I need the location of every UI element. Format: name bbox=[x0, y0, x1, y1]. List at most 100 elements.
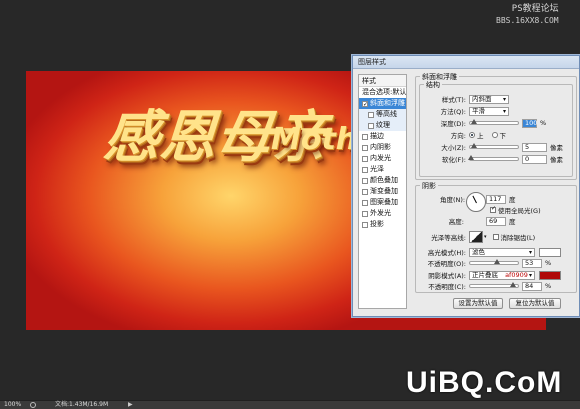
style-select[interactable]: 内斜面 bbox=[469, 94, 509, 104]
technique-label: 方法(Q): bbox=[440, 108, 466, 116]
style-item-checkbox[interactable] bbox=[362, 210, 368, 217]
antialias-checkbox[interactable] bbox=[492, 234, 499, 240]
style-item[interactable]: 等高线 bbox=[359, 109, 406, 120]
style-item-checkbox[interactable] bbox=[362, 177, 368, 184]
style-item[interactable]: 内发光 bbox=[359, 153, 406, 164]
style-item-label: 等高线 bbox=[376, 110, 397, 118]
style-item-checkbox[interactable] bbox=[362, 144, 368, 151]
size-unit: 像素 bbox=[550, 144, 563, 152]
highlight-opacity-slider[interactable] bbox=[469, 259, 519, 265]
highlight-opacity-unit: % bbox=[545, 259, 552, 267]
shadow-opacity-thumb[interactable] bbox=[510, 282, 516, 287]
style-item-checkbox[interactable] bbox=[362, 166, 368, 173]
direction-up-radio[interactable] bbox=[469, 132, 475, 138]
status-bar: 100% 文档:1.43M/16.9M ▶ bbox=[0, 400, 580, 409]
shadow-opacity-input[interactable]: 84 bbox=[522, 281, 542, 291]
technique-select[interactable]: 平滑 bbox=[469, 106, 509, 116]
style-item-label: 渐变叠加 bbox=[370, 187, 398, 195]
soften-slider[interactable] bbox=[468, 155, 519, 161]
highlight-opacity-label: 不透明度(O): bbox=[427, 260, 466, 268]
style-item-label: 描边 bbox=[370, 132, 384, 140]
global-light-checkbox[interactable] bbox=[490, 205, 496, 213]
style-item-label: 投影 bbox=[370, 220, 384, 228]
style-item-label: 图案叠加 bbox=[370, 198, 398, 206]
altitude-label: 高度: bbox=[448, 218, 464, 226]
dialog-titlebar[interactable]: 图层样式 bbox=[353, 56, 579, 69]
angle-input[interactable]: 117 bbox=[486, 194, 506, 204]
shadow-mode-label: 阴影模式(A): bbox=[428, 272, 466, 280]
depth-unit: % bbox=[540, 119, 547, 127]
site-logo: UiBQ.CoM bbox=[406, 366, 563, 399]
gloss-contour-dropdown-icon[interactable]: ▾ bbox=[484, 234, 487, 240]
shadow-hex-label: af0909 bbox=[505, 270, 528, 279]
layer-style-dialog: 图层样式 样式 混合选项:默认斜面和浮雕等高线纹理描边内阴影内发光光泽颜色叠加渐… bbox=[352, 55, 580, 317]
gloss-contour-picker[interactable] bbox=[469, 231, 483, 243]
style-item-checkbox[interactable] bbox=[362, 99, 368, 110]
style-item-checkbox[interactable] bbox=[362, 133, 368, 140]
depth-input[interactable]: 100 bbox=[522, 118, 537, 128]
style-item[interactable]: 斜面和浮雕 bbox=[359, 98, 406, 110]
style-item[interactable]: 渐变叠加 bbox=[359, 186, 406, 197]
style-item[interactable]: 光泽 bbox=[359, 164, 406, 175]
style-item-checkbox[interactable] bbox=[362, 188, 368, 195]
zoom-level[interactable]: 100% bbox=[4, 401, 21, 409]
structure-title: 结构 bbox=[424, 80, 442, 90]
style-item[interactable]: 内阴影 bbox=[359, 142, 406, 153]
shading-title: 阴影 bbox=[420, 181, 438, 191]
status-menu-arrow-icon[interactable]: ▶ bbox=[128, 401, 133, 409]
style-item[interactable]: 描边 bbox=[359, 131, 406, 142]
style-item[interactable]: 外发光 bbox=[359, 208, 406, 219]
shadow-color-swatch[interactable] bbox=[539, 270, 561, 280]
style-item-checkbox[interactable] bbox=[362, 221, 368, 228]
highlight-color-swatch[interactable] bbox=[539, 247, 561, 257]
size-slider-thumb[interactable] bbox=[471, 143, 477, 148]
size-input[interactable]: 5 bbox=[522, 142, 547, 152]
soften-input[interactable]: 0 bbox=[522, 154, 547, 164]
style-item-label: 颜色叠加 bbox=[370, 176, 398, 184]
status-info-icon[interactable] bbox=[30, 402, 36, 408]
highlight-mode-label: 高光模式(H): bbox=[427, 249, 466, 257]
style-item-checkbox[interactable] bbox=[362, 199, 368, 206]
angle-dial[interactable] bbox=[466, 192, 486, 212]
shading-group: 阴影 角度(N): 117 度 使用全局光(G) 高度: 69 度 光泽等高线:… bbox=[415, 181, 577, 293]
altitude-unit: 度 bbox=[509, 218, 516, 226]
shadow-mode-value: 正片叠底 bbox=[472, 270, 498, 279]
style-item-label: 外发光 bbox=[370, 209, 391, 217]
angle-unit: 度 bbox=[509, 196, 516, 204]
highlight-mode-select[interactable]: 滤色 bbox=[469, 247, 535, 257]
style-item-checkbox[interactable] bbox=[362, 155, 368, 162]
document-info: 文档:1.43M/16.9M bbox=[55, 401, 109, 408]
style-item[interactable]: 颜色叠加 bbox=[359, 175, 406, 186]
angle-label: 角度(N): bbox=[440, 196, 466, 204]
size-slider[interactable] bbox=[469, 143, 519, 149]
depth-slider-thumb[interactable] bbox=[471, 119, 477, 124]
direction-label: 方向: bbox=[450, 132, 466, 140]
direction-down-radio[interactable] bbox=[491, 132, 498, 138]
style-item-label: 斜面和浮雕 bbox=[370, 99, 405, 107]
style-item[interactable]: 纹理 bbox=[359, 120, 406, 131]
structure-group: 结构 样式(T): 内斜面 方法(Q): 平滑 深度(D): 100 % 方向: bbox=[419, 80, 573, 177]
highlight-opacity-thumb[interactable] bbox=[494, 259, 500, 264]
set-default-button[interactable]: 设置为默认值 bbox=[453, 298, 503, 309]
style-item-label: 内发光 bbox=[370, 154, 391, 162]
altitude-input[interactable]: 69 bbox=[486, 216, 506, 226]
style-item-checkbox[interactable] bbox=[368, 122, 374, 129]
depth-label: 深度(D): bbox=[440, 120, 466, 128]
bevel-section: 斜面和浮雕 结构 样式(T): 内斜面 方法(Q): 平滑 深度(D): 100… bbox=[415, 72, 577, 180]
style-item-checkbox[interactable] bbox=[368, 111, 374, 118]
style-item-label: 纹理 bbox=[376, 121, 390, 129]
reset-default-button[interactable]: 复位为默认值 bbox=[509, 298, 561, 309]
size-label: 大小(Z): bbox=[441, 144, 466, 152]
watermark: PS教程论坛 BBS.16XX8.COM bbox=[496, 3, 559, 27]
depth-slider[interactable] bbox=[469, 119, 519, 125]
styles-list-header[interactable]: 样式 bbox=[359, 75, 406, 87]
style-item[interactable]: 投影 bbox=[359, 219, 406, 230]
style-item[interactable]: 图案叠加 bbox=[359, 197, 406, 208]
shadow-opacity-slider[interactable] bbox=[469, 282, 519, 288]
global-light-label: 使用全局光(G) bbox=[498, 207, 541, 215]
shadow-mode-select[interactable]: 正片叠底 af0909 bbox=[469, 270, 535, 280]
soften-slider-thumb[interactable] bbox=[468, 155, 474, 160]
styles-list: 样式 混合选项:默认斜面和浮雕等高线纹理描边内阴影内发光光泽颜色叠加渐变叠加图案… bbox=[358, 74, 407, 309]
highlight-opacity-input[interactable]: 53 bbox=[522, 258, 542, 268]
style-item[interactable]: 混合选项:默认 bbox=[359, 87, 406, 98]
